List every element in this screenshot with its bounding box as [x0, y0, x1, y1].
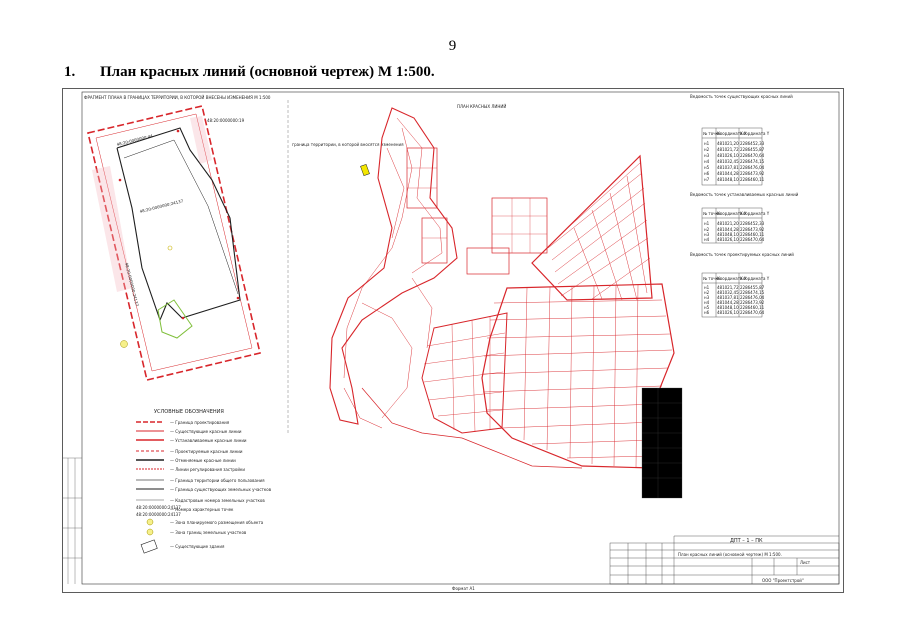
legend-item-10: — Зона планируемого размещения объекта [170, 520, 264, 525]
drawing-text: 481044,28 [717, 171, 739, 176]
drawing-text: 2286455,87 [740, 147, 765, 152]
drawing-text: н6 [704, 171, 710, 176]
drawing-text: Координата Y [740, 211, 770, 216]
stamp-company: ООО "Проектстрой" [762, 578, 804, 583]
legend-item-1: — Существующие красные линии [170, 429, 242, 434]
drawing-text: 2286460,11 [740, 177, 765, 182]
stamp-code: ДПТ – 1 – ПК [730, 538, 763, 544]
drawing-text: 481021,20 [717, 141, 739, 146]
drawing-text: н5 [704, 165, 710, 170]
drawing-sheet: ФРАГМЕНТ ПЛАНА В ГРАНИЦАХ ТЕРРИТОРИИ, В … [62, 88, 844, 593]
plan-schedule [641, 387, 683, 499]
main-plan-title: ПЛАН КРАСНЫХ ЛИНИЙ [457, 104, 506, 109]
fragment-title: ФРАГМЕНТ ПЛАНА В ГРАНИЦАХ ТЕРРИТОРИИ, В … [84, 95, 271, 100]
section-title: План красных линий (основной чертеж) М 1… [100, 64, 435, 80]
drawing-text: н3 [704, 153, 710, 158]
drawing-text: 2286476,04 [740, 165, 765, 170]
legend-item-5: — Линии регулирования застройки [170, 467, 245, 472]
legend-item-7: — Граница существующих земельных участко… [170, 487, 272, 492]
legend-item-11: — Зона границ земельных участков [170, 530, 247, 535]
drawing-text: Координата Y [740, 276, 770, 281]
drawing-text: 481021,72 [717, 147, 739, 152]
plan-drawing: ФРАГМЕНТ ПЛАНА В ГРАНИЦАХ ТЕРРИТОРИИ, В … [62, 88, 844, 593]
drawing-text: 2286474,15 [740, 159, 765, 164]
drawing-text: 481037,81 [717, 165, 739, 170]
drawing-text: 481026,10 [717, 237, 739, 242]
drawing-text: 481048,10 [717, 177, 739, 182]
drawing-text: 481032,45 [717, 159, 739, 164]
legend-item-4: — Отменяемые красные линии [170, 458, 236, 463]
cadastral-label-4: 48:20:0000000:19 [207, 118, 245, 123]
drawing-text: 481026,10 [717, 153, 739, 158]
legend-item-12: — Существующие здания [170, 544, 225, 549]
drawing-text: 2286452,33 [740, 141, 765, 146]
drawing-text: н4 [704, 237, 710, 242]
drawing-text: 2286452,33 [740, 221, 765, 226]
drawing-text: н2 [704, 147, 710, 152]
legend-item-6: — Граница территории общего пользования [170, 478, 265, 483]
format-note: Формат А1 [452, 586, 475, 591]
locator-note: граница территории, в которой вносятся и… [292, 142, 404, 147]
section-number: 1. [64, 64, 76, 80]
table2-caption: Ведомость точек устанавливаемых красных … [690, 192, 799, 197]
drawing-text: н1 [704, 221, 710, 226]
legend-item-3: — Проектируемые красные линии [170, 449, 243, 454]
legend-item-0: — Граница проектирования [170, 420, 230, 425]
drawing-text: н7 [704, 177, 710, 182]
drawing-text: 481026,10 [717, 310, 739, 315]
stamp-sheet-label: Лист [800, 560, 811, 565]
drawing-text: 2286470,64 [740, 153, 765, 158]
stamp-description: План красных линий (основной чертеж) М 1… [678, 552, 782, 557]
drawing-text: 481021,20 [717, 221, 739, 226]
zone-marker [120, 340, 128, 348]
table1-caption: Ведомость точек существующих красных лин… [690, 94, 793, 99]
drawing-text: 2286470,64 [740, 310, 765, 315]
drawing-text: 2286470,64 [740, 237, 765, 242]
drawing-text: н1 [704, 141, 710, 146]
svg-text:48:20:0000000:24137: 48:20:0000000:24137 [136, 512, 181, 517]
legend-item-8: — Кадастровые номера земельных участков [170, 498, 265, 503]
drawing-text: 2286473,92 [740, 171, 765, 176]
page-number: 9 [448, 38, 457, 54]
section-heading: 1. План красных линий (основной чертеж) М… [64, 64, 435, 81]
legend-title: УСЛОВНЫЕ ОБОЗНАЧЕНИЯ [154, 409, 224, 415]
table3-caption: Ведомость точек проектируемых красных ли… [690, 252, 794, 257]
legend-item-2: — Устанавливаемые красные линии [170, 438, 247, 443]
drawing-text: Координата Y [740, 131, 770, 136]
drawing-text: н6 [704, 310, 710, 315]
legend-item-9: — Номера характерных точек [170, 507, 234, 512]
drawing-text: н4 [704, 159, 710, 164]
